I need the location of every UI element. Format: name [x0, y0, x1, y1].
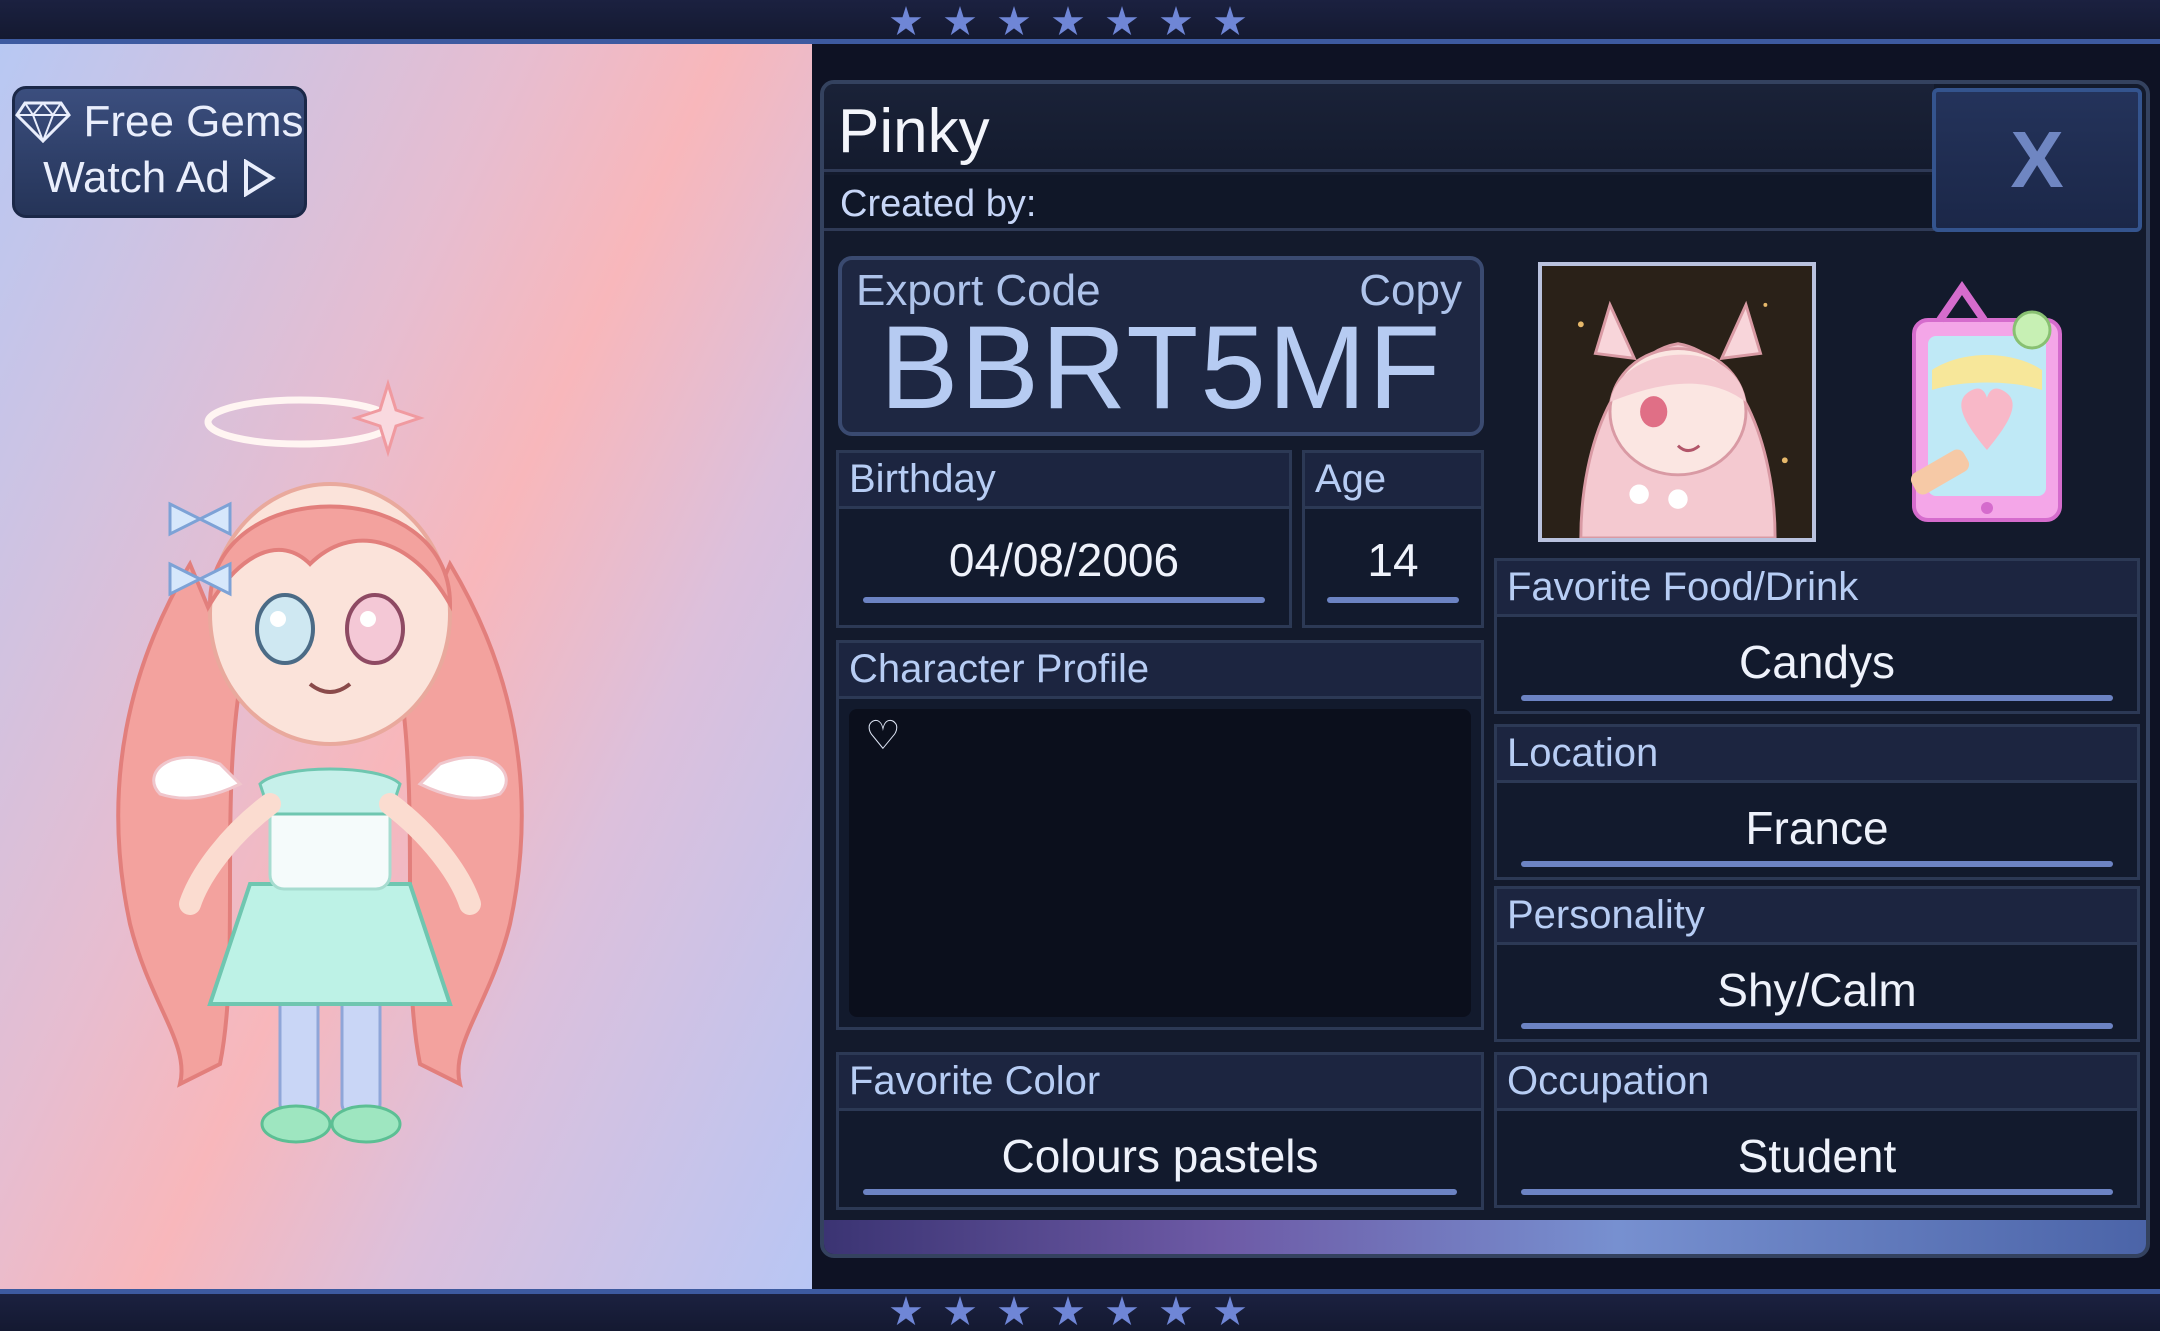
occupation-value: Student: [1737, 1130, 1897, 1182]
personality-field[interactable]: Personality Shy/Calm: [1494, 886, 2140, 1042]
star-icon: [998, 1296, 1030, 1326]
favorite-color-value: Colours pastels: [1001, 1130, 1319, 1182]
location-underline: [1521, 861, 2113, 867]
age-value: 14: [1367, 534, 1419, 586]
character-sprite: [116, 378, 524, 1144]
character-name[interactable]: Pinky: [838, 96, 990, 167]
created-by-row: Created by:: [824, 175, 1934, 231]
star-icon: [944, 6, 976, 36]
item-badge-icon: [1910, 280, 2062, 522]
character-profile-label: Character Profile: [839, 643, 1481, 699]
export-code-box: Export Code Copy BBRT5MF: [838, 256, 1484, 436]
personality-underline: [1521, 1023, 2113, 1029]
star-icon: [1052, 1296, 1084, 1326]
star-icon: [890, 6, 922, 36]
location-label: Location: [1497, 727, 2137, 783]
character-profile-text: ♡: [849, 709, 1471, 1017]
star-icon: [890, 1296, 922, 1326]
favorite-food-field[interactable]: Favorite Food/Drink Candys: [1494, 558, 2140, 714]
occupation-underline: [1521, 1189, 2113, 1195]
favorite-color-label: Favorite Color: [839, 1055, 1481, 1111]
bottom-star-row: [890, 1296, 1246, 1328]
star-icon: [1106, 1296, 1138, 1326]
top-star-row: [890, 6, 1246, 38]
occupation-label: Occupation: [1497, 1055, 2137, 1111]
play-icon: [243, 159, 276, 197]
star-icon: [1106, 6, 1138, 36]
bottom-bar: [0, 1289, 2160, 1331]
birthday-field[interactable]: Birthday 04/08/2006: [836, 450, 1292, 628]
favorite-color-field[interactable]: Favorite Color Colours pastels: [836, 1052, 1484, 1210]
watch-ad-label: Watch Ad: [43, 153, 230, 202]
star-icon: [1052, 6, 1084, 36]
panel-bottom-strip: [824, 1220, 2146, 1254]
birthday-underline: [863, 597, 1265, 603]
star-icon: [998, 6, 1030, 36]
favorite-food-value: Candys: [1739, 636, 1895, 688]
gem-icon: [15, 101, 72, 143]
birthday-label: Birthday: [839, 453, 1289, 509]
export-code-value: BBRT5MF: [879, 302, 1443, 434]
name-row: Pinky: [824, 84, 1934, 172]
location-field[interactable]: Location France: [1494, 724, 2140, 880]
favorite-food-underline: [1521, 695, 2113, 701]
star-icon: [1214, 6, 1246, 36]
occupation-field[interactable]: Occupation Student: [1494, 1052, 2140, 1208]
character-portrait: [1538, 262, 1816, 542]
personality-value: Shy/Calm: [1717, 964, 1917, 1016]
favorite-food-label: Favorite Food/Drink: [1497, 561, 2137, 617]
star-icon: [944, 1296, 976, 1326]
close-button[interactable]: X: [1932, 88, 2142, 232]
character-info-panel: Pinky Created by: X Export Code Copy BBR…: [820, 80, 2150, 1258]
star-icon: [1160, 1296, 1192, 1326]
free-gems-button[interactable]: Free Gems Watch Ad: [12, 86, 307, 218]
age-field[interactable]: Age 14: [1302, 450, 1484, 628]
location-value: France: [1745, 802, 1889, 854]
character-profile-field[interactable]: Character Profile ♡: [836, 640, 1484, 1030]
created-by-label: Created by:: [840, 183, 1037, 225]
age-label: Age: [1305, 453, 1481, 509]
birthday-value: 04/08/2006: [948, 534, 1180, 586]
top-bar: [0, 0, 2160, 44]
star-icon: [1160, 6, 1192, 36]
favorite-color-underline: [863, 1189, 1457, 1195]
age-underline: [1327, 597, 1459, 603]
free-gems-label: Free Gems: [83, 97, 304, 146]
star-icon: [1214, 1296, 1246, 1326]
character-preview: Free Gems Watch Ad: [0, 44, 812, 1289]
personality-label: Personality: [1497, 889, 2137, 945]
